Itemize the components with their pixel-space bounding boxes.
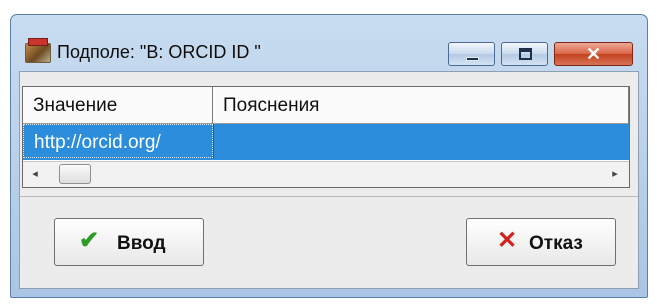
scroll-right-icon[interactable]: ▸ <box>609 167 621 181</box>
app-icon <box>25 38 51 63</box>
scroll-left-icon[interactable]: ◂ <box>29 167 41 181</box>
cancel-button[interactable]: ✕ Отказ <box>466 218 616 266</box>
close-button[interactable]: ✕ <box>554 42 633 66</box>
scroll-thumb[interactable] <box>59 164 91 184</box>
cell-value[interactable]: http://orcid.org/ <box>23 124 213 158</box>
cross-icon: ✕ <box>497 227 518 254</box>
cancel-button-label: Отказ <box>529 233 583 254</box>
close-icon: ✕ <box>585 44 602 64</box>
horizontal-scrollbar[interactable]: ◂ ▸ <box>23 161 629 187</box>
table-row[interactable]: http://orcid.org/ <box>23 124 629 160</box>
maximize-button[interactable] <box>501 42 548 66</box>
enter-button-label: Ввод <box>117 233 166 254</box>
column-header-value[interactable]: Значение <box>23 87 213 124</box>
window-title: Подполе: "B: ORCID ID " <box>57 42 261 62</box>
minimize-button[interactable] <box>448 42 495 66</box>
maximize-icon <box>519 48 532 60</box>
enter-button[interactable]: ✔ Ввод <box>54 218 204 266</box>
minimize-icon <box>466 57 479 61</box>
checkmark-icon: ✔ <box>79 227 100 254</box>
values-grid: Значение Пояснения http://orcid.org/ ◂ ▸ <box>22 86 630 188</box>
cell-note[interactable] <box>213 124 224 158</box>
column-header-note[interactable]: Пояснения <box>213 87 629 124</box>
separator <box>18 196 638 197</box>
title-bar[interactable]: Подполе: "B: ORCID ID " ✕ <box>11 15 647 71</box>
